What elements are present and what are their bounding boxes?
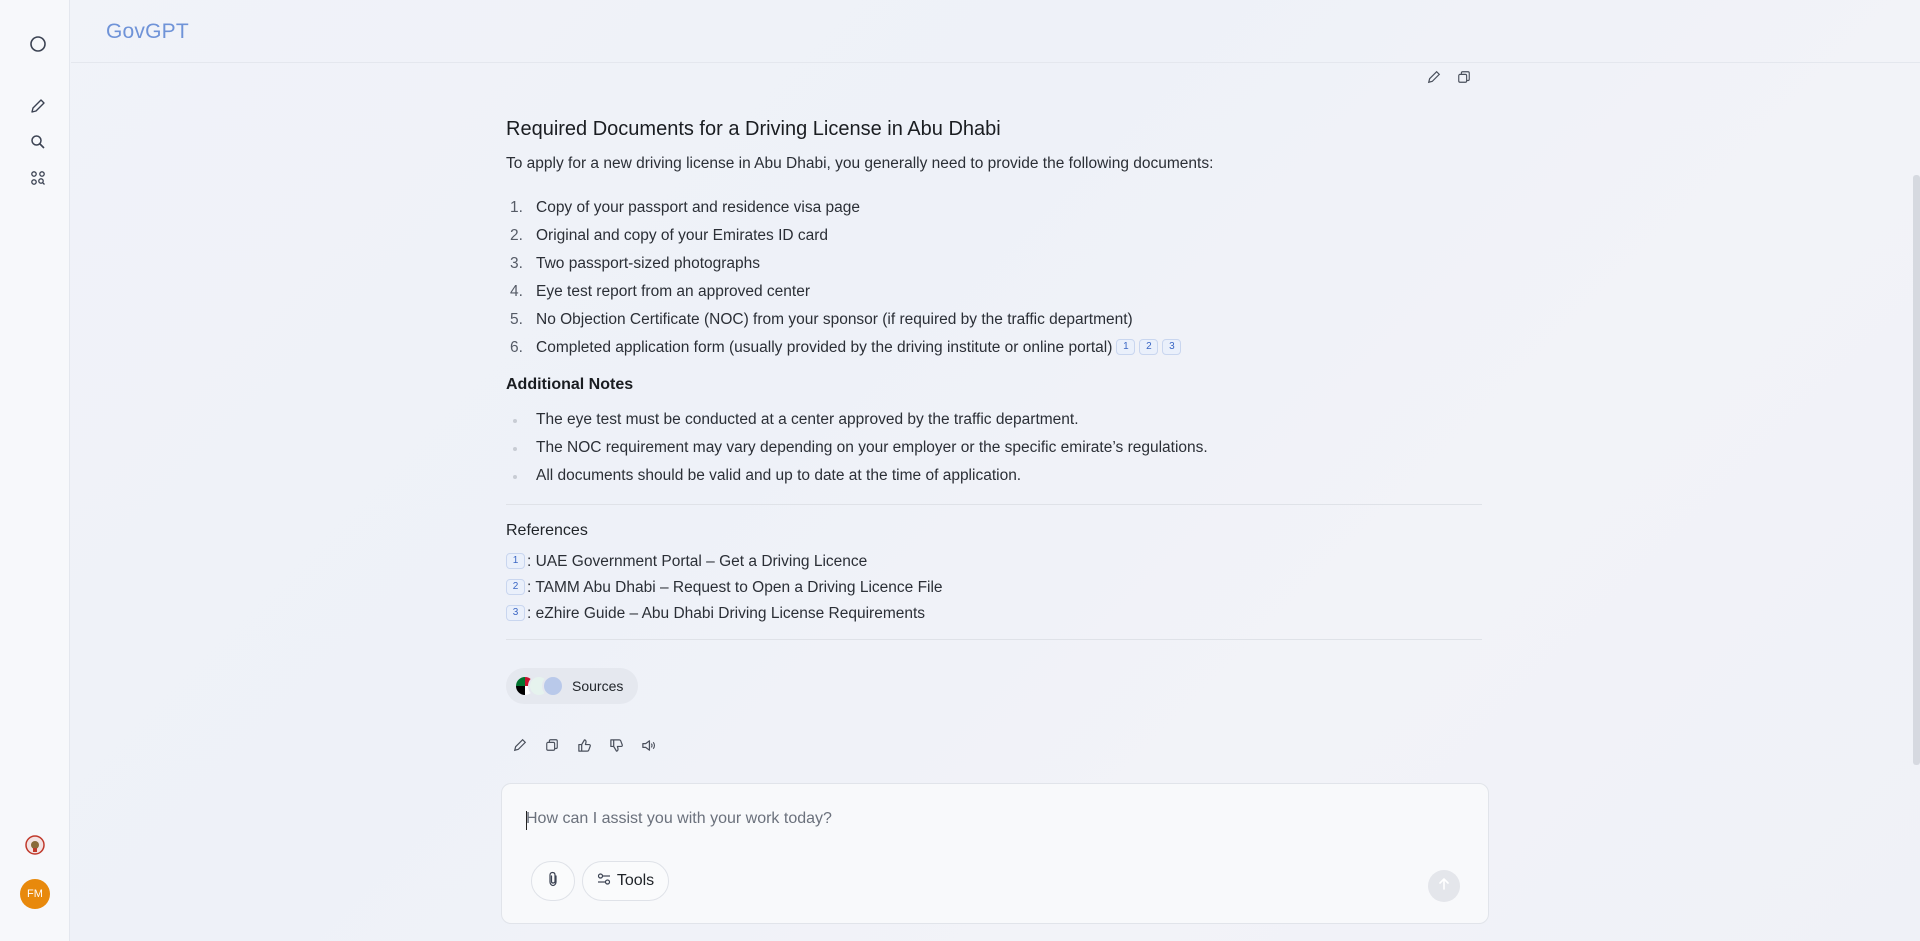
text-caret bbox=[526, 811, 527, 830]
answer-title: Required Documents for a Driving License… bbox=[506, 118, 1001, 140]
divider bbox=[506, 504, 1482, 505]
edit-icon[interactable] bbox=[1426, 69, 1442, 85]
bullet bbox=[506, 462, 536, 490]
copy-icon[interactable] bbox=[1456, 69, 1472, 85]
list-item: 4. Eye test report from an approved cente… bbox=[510, 283, 810, 300]
list-item: 2. Original and copy of your Emirates ID … bbox=[510, 227, 829, 244]
bullet bbox=[506, 434, 536, 462]
citation-badge[interactable]: 3 bbox=[1162, 338, 1182, 355]
answer-content: Required Documents for a Driving License… bbox=[506, 118, 1482, 640]
top-header: GovGPT bbox=[71, 0, 1920, 63]
thumbs-up-icon[interactable] bbox=[576, 737, 592, 753]
message-top-tools bbox=[1426, 69, 1472, 85]
bullet bbox=[506, 406, 536, 434]
sources-label: Sources bbox=[572, 678, 624, 694]
notes-list: The eye test must be conducted at a cent… bbox=[506, 406, 1482, 490]
sliders-icon bbox=[597, 872, 611, 891]
message-actions bbox=[512, 737, 656, 753]
citation-badge[interactable]: 1 bbox=[506, 553, 525, 569]
paperclip-icon bbox=[546, 871, 560, 892]
list-item: The NOC requirement may vary depending o… bbox=[506, 434, 1482, 462]
search-icon[interactable] bbox=[23, 127, 53, 157]
thumbs-down-icon[interactable] bbox=[608, 737, 624, 753]
brand-title: GovGPT bbox=[106, 20, 189, 43]
left-rail: FM bbox=[0, 0, 70, 941]
list-item: 6. Completed application form (usually p… bbox=[506, 334, 1482, 362]
message-input[interactable] bbox=[526, 810, 1426, 828]
list-item: 1. Copy of your passport and residence vi… bbox=[510, 199, 860, 216]
apps-icon[interactable] bbox=[23, 163, 53, 193]
tools-label: Tools bbox=[616, 872, 655, 889]
citation-badge[interactable]: 3 bbox=[506, 605, 525, 621]
message-composer: Tools bbox=[501, 783, 1489, 924]
user-avatar[interactable]: FM bbox=[20, 879, 50, 909]
circle-logo-icon[interactable] bbox=[23, 29, 53, 59]
list-item: 3. Two passport-sized photographs bbox=[510, 255, 761, 272]
new-chat-pencil-icon[interactable] bbox=[23, 91, 53, 121]
send-button[interactable] bbox=[1428, 870, 1460, 902]
speaker-icon[interactable] bbox=[640, 737, 656, 753]
citation-badge[interactable]: 2 bbox=[506, 579, 525, 595]
list-item: The eye test must be conducted at a cent… bbox=[506, 406, 1482, 434]
scrollbar[interactable] bbox=[1913, 175, 1920, 765]
citation-badge[interactable]: 1 bbox=[1116, 338, 1136, 355]
sources-button[interactable]: Sources bbox=[506, 668, 638, 704]
references-heading: References bbox=[506, 522, 588, 539]
reference-item[interactable]: 2: TAMM Abu Dhabi – Request to Open a Dr… bbox=[506, 575, 1482, 601]
edit-icon[interactable] bbox=[512, 737, 528, 753]
tools-button[interactable]: Tools bbox=[582, 861, 669, 901]
reference-item[interactable]: 3: eZhire Guide – Abu Dhabi Driving Lice… bbox=[506, 601, 1482, 627]
list-item: 5. No Objection Certificate (NOC) from yo… bbox=[510, 311, 1133, 328]
copy-icon[interactable] bbox=[544, 737, 560, 753]
list-item: All documents should be valid and up to … bbox=[506, 462, 1482, 490]
attach-button[interactable] bbox=[531, 861, 575, 901]
documents-list: 1. Copy of your passport and residence vi… bbox=[506, 194, 1482, 362]
ezhire-logo-icon bbox=[542, 675, 564, 697]
notes-heading: Additional Notes bbox=[506, 376, 634, 393]
citation-badge[interactable]: 2 bbox=[1139, 338, 1159, 355]
divider bbox=[506, 639, 1482, 640]
arrow-up-icon bbox=[1437, 877, 1451, 896]
reference-item[interactable]: 1: UAE Government Portal – Get a Driving… bbox=[506, 549, 1482, 575]
answer-intro: To apply for a new driving license in Ab… bbox=[506, 155, 1214, 172]
emblem-icon bbox=[24, 834, 46, 856]
